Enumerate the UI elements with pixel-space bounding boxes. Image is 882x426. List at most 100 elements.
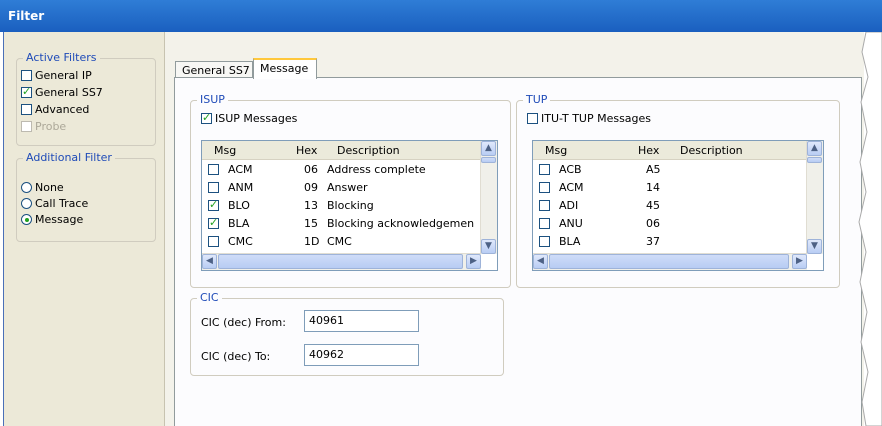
msg-cell: BLA [559,235,581,248]
hex-cell: 14 [646,181,660,194]
list-item[interactable]: BLA 15 Blocking acknowledgemen [202,215,497,233]
row-checkbox[interactable] [539,182,550,193]
checkbox-label: ISUP Messages [215,112,298,125]
column-header-msg[interactable]: Msg [545,144,567,157]
checkbox-box[interactable] [201,111,212,124]
row-checkbox[interactable] [539,236,550,247]
window-title: Filter [0,0,882,32]
list-item[interactable]: BLO 13 Blocking [202,197,497,215]
left-pane: Active Filters General IP General SS7 Ad… [4,32,165,426]
scroll-thumb[interactable] [549,254,789,269]
probe-checkbox: Probe [21,120,66,133]
cic-group: CIC CIC (dec) From: 40961 CIC (dec) To: … [190,291,504,376]
hex-cell: 13 [304,199,318,212]
general-ip-checkbox[interactable]: General IP [21,69,92,82]
hex-cell: 37 [646,235,660,248]
cic-legend: CIC [197,291,222,304]
column-header-description[interactable]: Description [680,144,743,157]
checkbox-box[interactable] [21,85,32,98]
msg-cell: ACM [228,163,253,176]
cic-from-label: CIC (dec) From: [201,316,286,329]
list-item[interactable]: ACM 06 Address complete [202,161,497,179]
itu-t-tup-messages-checkbox[interactable]: ITU-T TUP Messages [527,112,651,125]
column-header-hex[interactable]: Hex [296,144,317,157]
checkbox-box[interactable] [21,104,32,115]
msg-cell: ANM [228,181,254,194]
message-tab-panel: ISUP ISUP Messages Msg Hex Description A… [174,77,862,426]
horizontal-scrollbar[interactable]: ◀ ▶ [533,253,807,270]
checkbox-box [21,121,32,132]
radio-circle[interactable] [21,182,32,193]
msg-cell: ACB [559,163,582,176]
tab-message[interactable]: Message [253,58,317,79]
radio-label: Call Trace [35,197,89,210]
row-checkbox[interactable] [539,164,550,175]
list-item[interactable]: ADI 45 [533,197,823,215]
hex-cell: A5 [646,163,661,176]
tab-general-ss7[interactable]: General SS7 [175,61,253,78]
list-header: Msg Hex Description [202,141,497,160]
row-checkbox[interactable] [208,236,219,247]
checkbox-label: Advanced [35,103,90,116]
isup-message-list[interactable]: Msg Hex Description ACM 06 Address compl… [201,140,498,271]
advanced-checkbox[interactable]: Advanced [21,103,89,116]
checkbox-label: General IP [35,69,92,82]
vertical-scrollbar[interactable]: ▲ ▼ [806,141,823,254]
list-header: Msg Hex Description [533,141,823,160]
msg-cell: ANU [559,217,583,230]
column-header-msg[interactable]: Msg [214,144,236,157]
radio-label: None [35,181,64,194]
radio-circle[interactable] [21,214,32,225]
cic-from-input[interactable]: 40961 [304,310,419,332]
hex-cell: 09 [304,181,318,194]
isup-messages-checkbox[interactable]: ISUP Messages [201,111,298,125]
vertical-scrollbar[interactable]: ▲ ▼ [480,141,497,254]
radio-none[interactable]: None [21,181,64,194]
list-item[interactable]: ANU 06 [533,215,823,233]
general-ss7-checkbox[interactable]: General SS7 [21,85,103,99]
scroll-thumb[interactable] [481,157,496,163]
cic-to-input[interactable]: 40962 [304,344,419,366]
radio-circle[interactable] [21,198,32,209]
additional-filter-legend: Additional Filter [23,151,115,164]
description-cell: Answer [327,181,368,194]
scroll-up-button[interactable]: ▲ [807,141,822,156]
row-checkbox[interactable] [208,164,219,175]
scroll-down-button[interactable]: ▼ [807,239,822,254]
radio-call-trace[interactable]: Call Trace [21,197,88,210]
description-cell: CMC [327,235,352,248]
scroll-down-button[interactable]: ▼ [481,239,496,254]
radio-message[interactable]: Message [21,213,83,226]
list-item[interactable]: ANM 09 Answer [202,179,497,197]
scroll-thumb[interactable] [807,157,822,163]
scroll-left-button[interactable]: ◀ [533,254,548,269]
scroll-up-button[interactable]: ▲ [481,141,496,156]
list-item[interactable]: ACB A5 [533,161,823,179]
list-item[interactable]: ACM 14 [533,179,823,197]
row-checkbox[interactable] [539,200,550,211]
row-checkbox[interactable] [208,198,219,211]
msg-cell: BLA [228,217,250,230]
isup-group: ISUP ISUP Messages Msg Hex Description A… [190,93,511,288]
row-checkbox[interactable] [208,182,219,193]
checkbox-box[interactable] [21,70,32,81]
radio-label: Message [35,213,84,226]
list-item[interactable]: BLA 37 [533,233,823,251]
isup-legend: ISUP [197,93,228,106]
row-checkbox[interactable] [208,216,219,229]
horizontal-scrollbar[interactable]: ◀ ▶ [202,253,481,270]
scroll-left-button[interactable]: ◀ [202,254,217,269]
column-header-description[interactable]: Description [337,144,400,157]
scroll-right-button[interactable]: ▶ [466,254,481,269]
checkbox-box[interactable] [527,113,538,124]
msg-cell: CMC [228,235,253,248]
tup-message-list[interactable]: Msg Hex Description ACB A5 ACM 14 ADI 45 [532,140,824,271]
scroll-right-button[interactable]: ▶ [792,254,807,269]
hex-cell: 45 [646,199,660,212]
msg-cell: ADI [559,199,579,212]
row-checkbox[interactable] [539,218,550,229]
scroll-thumb[interactable] [218,254,463,269]
active-filters-legend: Active Filters [23,51,100,64]
column-header-hex[interactable]: Hex [638,144,659,157]
list-item[interactable]: CMC 1D CMC [202,233,497,251]
